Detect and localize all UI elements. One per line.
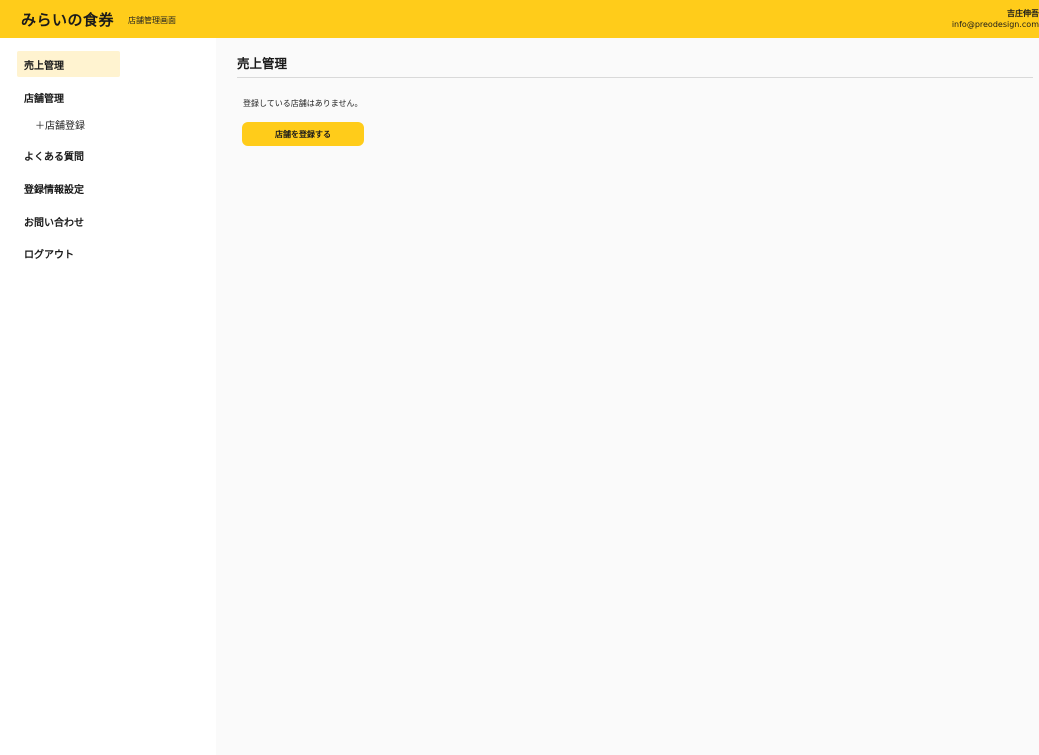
- sidebar: 売上管理 店舗管理 ＋店舗登録 よくある質問 登録情報設定 お問い合わせ ログア…: [0, 38, 216, 755]
- app-logo[interactable]: みらいの食券: [21, 9, 114, 30]
- sidebar-item-add-store[interactable]: ＋店舗登録: [17, 111, 120, 137]
- user-info[interactable]: 吉庄伸吾 info@preodesign.com: [952, 8, 1039, 30]
- page-title: 売上管理: [237, 56, 288, 71]
- user-name: 吉庄伸吾: [1007, 9, 1039, 18]
- empty-message: 登録している店舗はありません。: [243, 99, 363, 108]
- app-subtitle: 店舗管理画面: [128, 16, 177, 25]
- sidebar-item-logout[interactable]: ログアウト: [17, 240, 120, 266]
- register-store-button[interactable]: 店舗を登録する: [242, 122, 364, 146]
- sidebar-item-account-settings[interactable]: 登録情報設定: [17, 175, 120, 201]
- app-header: みらいの食券 店舗管理画面 吉庄伸吾 info@preodesign.com: [0, 0, 1039, 38]
- sidebar-item-stores[interactable]: 店舗管理: [17, 84, 120, 110]
- sidebar-item-contact[interactable]: お問い合わせ: [17, 208, 120, 234]
- sidebar-item-faq[interactable]: よくある質問: [17, 142, 120, 168]
- user-email: info@preodesign.com: [951, 20, 1039, 29]
- title-divider: [237, 77, 1033, 78]
- main-content: 売上管理 登録している店舗はありません。 店舗を登録する: [216, 38, 1039, 755]
- sidebar-item-sales[interactable]: 売上管理: [17, 51, 120, 77]
